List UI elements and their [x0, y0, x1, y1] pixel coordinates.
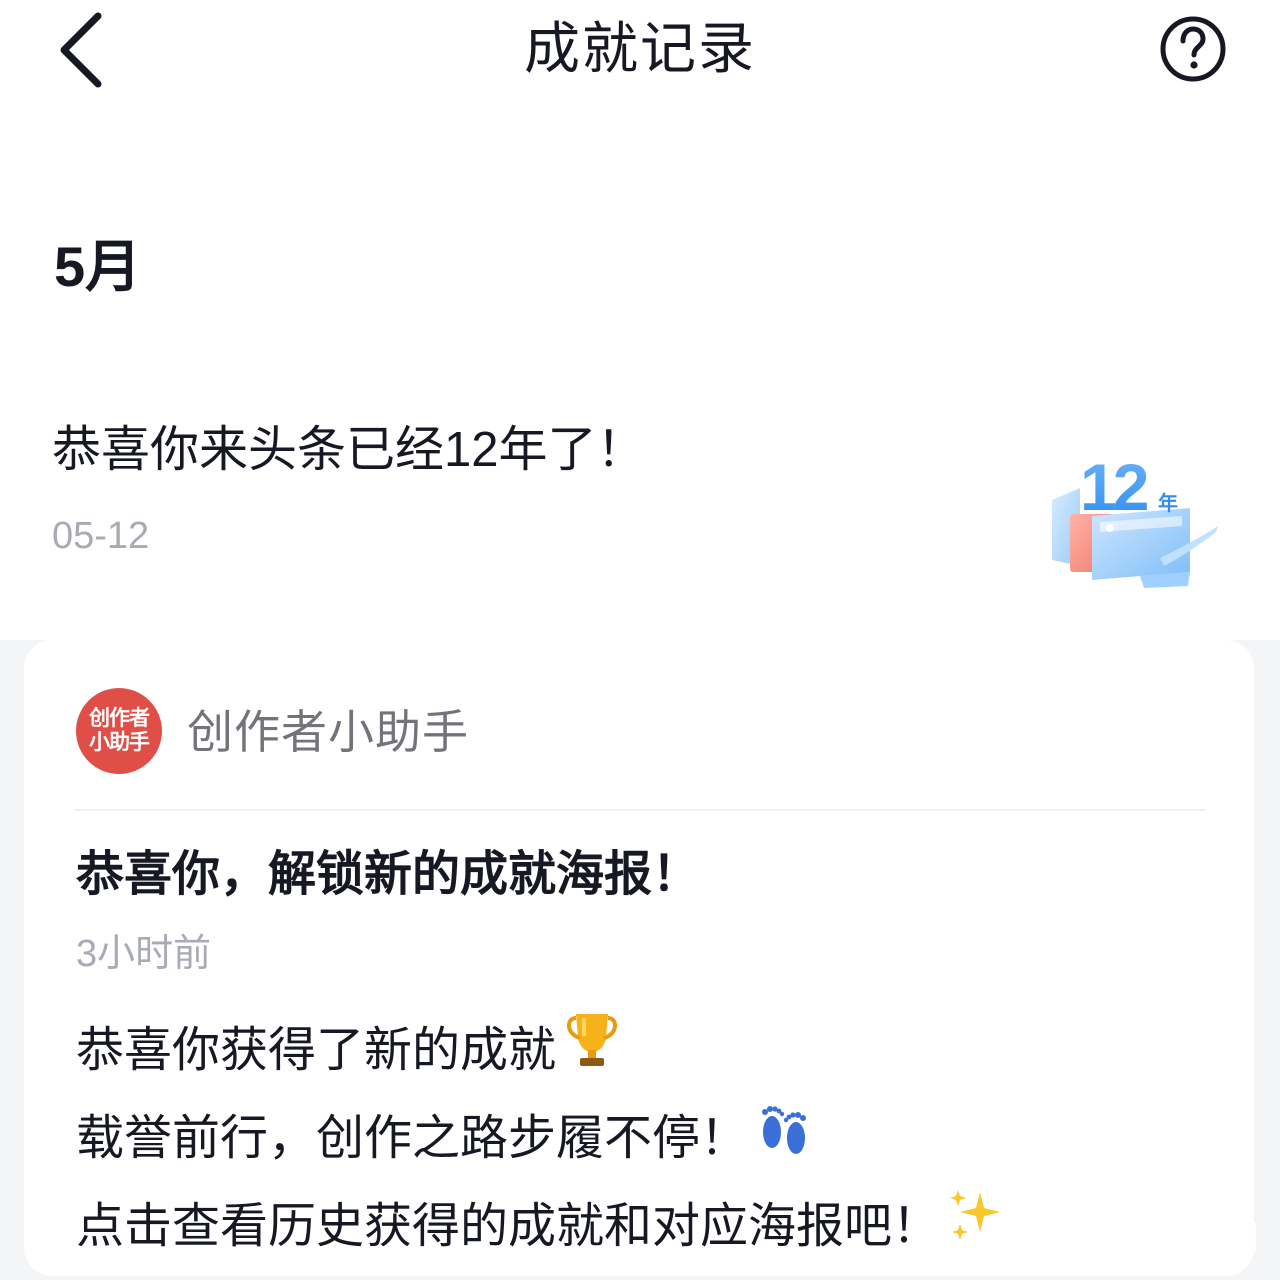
divider: [74, 809, 1206, 811]
month-heading: 5月: [54, 235, 142, 298]
avatar-label: 创作者 小助手: [83, 707, 155, 755]
message-line-text: 载誉前行，创作之路步履不停！: [76, 1112, 749, 1165]
sparkles-icon: [944, 1184, 1008, 1265]
message-line: 恭喜你获得了新的成就: [76, 1008, 624, 1089]
message-line: 点击查看历史获得的成就和对应海报吧！: [76, 1184, 1008, 1265]
top-nav-bar: 成就记录: [0, 0, 1280, 100]
achievement-title: 恭喜你来头条已经12年了！: [52, 423, 646, 477]
avatar-label-line1: 创作者: [89, 707, 150, 730]
message-time: 3小时前: [76, 933, 212, 975]
message-card[interactable]: 创作者 小助手 创作者小助手 恭喜你，解锁新的成就海报！ 3小时前 恭喜你获得了…: [24, 640, 1254, 1276]
message-title: 恭喜你，解锁新的成就海报！: [76, 848, 701, 901]
avatar[interactable]: 创作者 小助手: [76, 688, 162, 774]
anniversary-badge-icon: 12 年: [1052, 450, 1218, 588]
message-line-text: 恭喜你获得了新的成就: [76, 1024, 557, 1077]
badge-number: 12: [1080, 450, 1148, 524]
page-title: 成就记录: [524, 17, 756, 80]
question-circle-icon: [1160, 16, 1226, 82]
badge-unit: 年: [1158, 491, 1178, 515]
trophy-icon: [560, 1008, 624, 1089]
avatar-label-line2: 小助手: [89, 731, 150, 754]
message-line: 载誉前行，创作之路步履不停！: [76, 1096, 816, 1177]
achievement-record-item[interactable]: 恭喜你来头条已经12年了！ 05-12 12 年: [0, 400, 1280, 630]
watermark-overlay: [1090, 1222, 1256, 1252]
sender-name[interactable]: 创作者小助手: [187, 702, 469, 762]
footprints-icon: [752, 1096, 816, 1177]
achievement-date: 05-12: [52, 515, 150, 557]
message-line-text: 点击查看历史获得的成就和对应海报吧！: [76, 1200, 941, 1253]
help-button[interactable]: [1158, 14, 1228, 84]
